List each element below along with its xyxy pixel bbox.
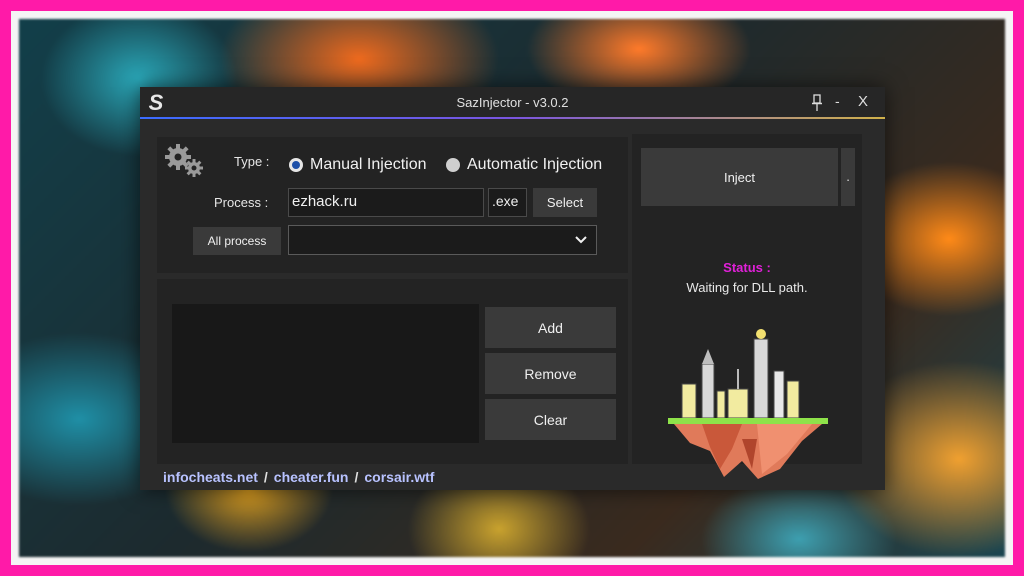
chevron-down-icon <box>575 236 587 244</box>
status-text: Waiting for DLL path. <box>686 280 808 295</box>
footer-links: infocheats.net / cheater.fun / corsair.wtf <box>163 469 434 485</box>
pin-icon[interactable] <box>810 94 824 112</box>
title-bar[interactable]: S SazInjector - v3.0.2 - X <box>140 87 885 119</box>
process-name-input[interactable]: ezhack.ru <box>288 188 484 217</box>
all-process-button[interactable]: All process <box>193 227 281 255</box>
dll-list-panel: Add Remove Clear <box>157 279 628 464</box>
minimize-button[interactable]: - <box>835 93 840 109</box>
dll-listbox[interactable] <box>172 304 479 443</box>
select-process-button[interactable]: Select <box>533 188 597 217</box>
dot: . <box>846 169 850 184</box>
inject-button[interactable]: Inject <box>641 148 838 206</box>
title-accent-line <box>140 117 885 119</box>
sazinjector-window: S SazInjector - v3.0.2 - X Type: Manual… <box>140 87 885 490</box>
floating-city-icon <box>668 329 828 479</box>
clear-dll-button[interactable]: Clear <box>485 399 616 440</box>
add-dll-button[interactable]: Add <box>485 307 616 348</box>
gears-icon <box>165 144 203 177</box>
footer-link-infocheats[interactable]: infocheats.net <box>163 469 258 485</box>
remove-dll-button[interactable]: Remove <box>485 353 616 394</box>
footer-link-cheater[interactable]: cheater.fun <box>274 469 349 485</box>
automatic-injection-label[interactable]: Automatic Injection <box>467 156 602 174</box>
injection-settings-panel: Type : Manual Injection Automatic Inject… <box>157 137 628 273</box>
type-label: Type : <box>234 154 270 169</box>
footer-separator: / <box>354 469 359 485</box>
automatic-injection-radio[interactable] <box>446 158 460 172</box>
inject-options-button[interactable]: . . . <box>841 148 855 206</box>
manual-injection-radio[interactable] <box>289 158 303 172</box>
window-title: SazInjector - v3.0.2 <box>456 95 569 110</box>
manual-injection-label[interactable]: Manual Injection <box>310 156 427 174</box>
footer-link-corsair[interactable]: corsair.wtf <box>364 469 434 485</box>
status-title: Status : <box>723 260 771 275</box>
process-label: Process : <box>214 195 269 210</box>
inject-status-panel: Inject . . . Status : Waiting for DLL pa… <box>632 134 862 479</box>
process-dropdown[interactable] <box>288 225 597 255</box>
exe-suffix-field: .exe <box>488 188 527 217</box>
close-button[interactable]: X <box>858 93 868 110</box>
footer-separator: / <box>263 469 268 485</box>
